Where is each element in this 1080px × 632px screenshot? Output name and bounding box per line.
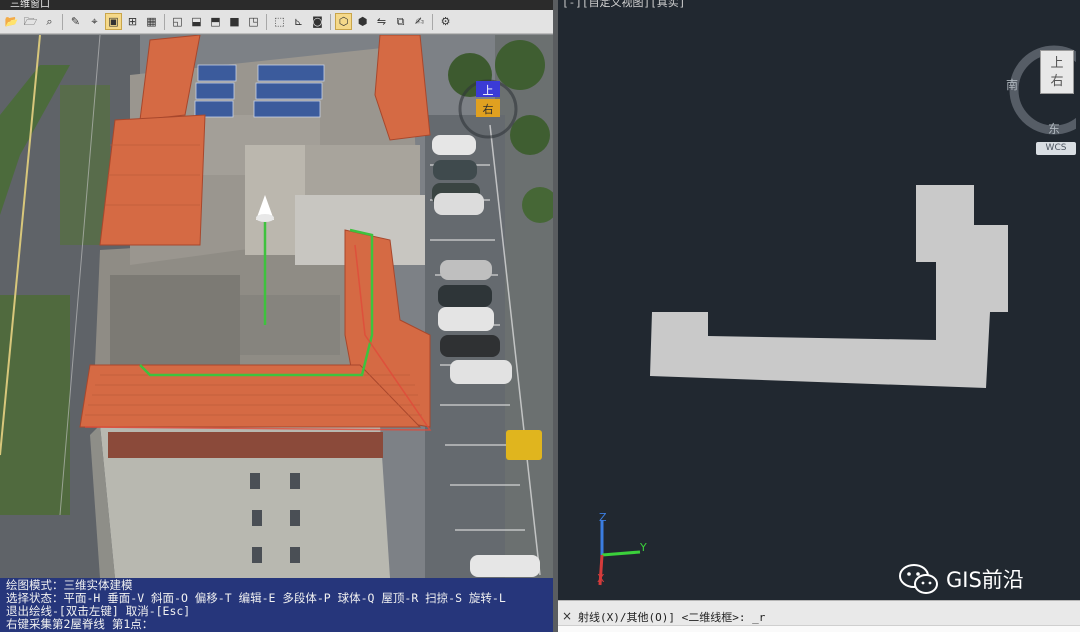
ucs-z-label: Z xyxy=(599,511,607,524)
layer-swap-icon[interactable]: ◳ xyxy=(245,13,262,30)
toolbar: 📂 🗁 ⌕ ✎ ⌖ ▣ ⊞ ▦ ◱ ⬓ ⬒ ■ ◳ ⬚ ⊾ ◙ ⬡ ⬢ ⇋ ⧉ … xyxy=(0,10,553,34)
viewcube-face-front[interactable]: 右 xyxy=(1041,73,1073,91)
save-folder-icon[interactable]: 🗁 xyxy=(22,13,39,30)
close-icon[interactable]: × xyxy=(562,609,572,623)
layer-down-icon[interactable]: ⬓ xyxy=(188,13,205,30)
toolbar-separator xyxy=(164,13,165,30)
solid-box-icon[interactable]: ▣ xyxy=(105,13,122,30)
command-line-prompt: 右键采集第2屋脊线 第1点： xyxy=(6,617,154,631)
command-prompt: 射线(X)/其他(O)] <二维线框>: _r xyxy=(578,611,766,624)
toolbar-separator xyxy=(432,13,433,30)
copy-layer-icon[interactable]: ⧉ xyxy=(392,13,409,30)
node-edit-icon[interactable]: ⌖ xyxy=(86,13,103,30)
open-folder-icon[interactable]: 📂 xyxy=(3,13,20,30)
model-cube-icon[interactable]: ⬚ xyxy=(271,13,288,30)
layer-icon[interactable]: ◱ xyxy=(169,13,186,30)
command-line: × 射线(X)/其他(O)] <二维线框>: _r xyxy=(558,600,1080,632)
edit-note-icon[interactable]: ✍ xyxy=(411,13,428,30)
measure-icon[interactable]: ⊾ xyxy=(290,13,307,30)
ucs-y-label: Y xyxy=(639,541,647,554)
cad-viewport-window: Z Y X [-][自定义视图][真实] 上 右 南 东 WCS GIS前沿 ×… xyxy=(558,0,1080,632)
window-title: 三维窗口 xyxy=(0,0,553,10)
compass-east[interactable]: 东 xyxy=(1048,120,1060,137)
viewcube-face-top[interactable]: 上 xyxy=(1041,55,1073,73)
toolbar-separator xyxy=(266,13,267,30)
wand-icon[interactable]: ✎ xyxy=(67,13,84,30)
layer-up-icon[interactable]: ⬒ xyxy=(207,13,224,30)
wechat-icon xyxy=(899,564,938,594)
inspect-icon[interactable]: ⌕ xyxy=(41,13,58,30)
viewport-label[interactable]: [-][自定义视图][真实] xyxy=(562,0,685,10)
cube-active-icon[interactable]: ⬡ xyxy=(335,13,352,30)
settings-gear-icon[interactable]: ⚙ xyxy=(437,13,454,30)
cube-outline-icon[interactable]: ⬢ xyxy=(354,13,371,30)
watermark: GIS前沿 xyxy=(898,562,1024,596)
viewcube[interactable]: 上 右 南 东 WCS xyxy=(1006,42,1076,157)
command-input[interactable] xyxy=(558,625,1080,632)
grid-icon[interactable]: ▦ xyxy=(143,13,160,30)
viewcube-face[interactable]: 上 右 xyxy=(1040,50,1074,94)
marker-top-label: 上 xyxy=(483,84,494,97)
command-panel: 绘图模式：三维实体建模 选择状态：平面-H 垂面-V 斜面-O 偏移-T 编辑-… xyxy=(0,578,553,632)
camera-icon[interactable]: ◙ xyxy=(309,13,326,30)
toolbar-separator xyxy=(62,13,63,30)
gray-square-icon[interactable]: ■ xyxy=(226,13,243,30)
watermark-text: GIS前沿 xyxy=(946,568,1024,592)
oblique-3d-window: 三维窗口 📂 🗁 ⌕ ✎ ⌖ ▣ ⊞ ▦ ◱ ⬓ ⬒ ■ ◳ ⬚ ⊾ ◙ ⬡ ⬢… xyxy=(0,0,553,632)
ucs-x-label: X xyxy=(597,572,605,585)
grid-select-icon[interactable]: ⊞ xyxy=(124,13,141,30)
toolbar-separator xyxy=(330,13,331,30)
oblique-photo-scene[interactable]: 上 右 xyxy=(0,35,553,578)
cad-drawing-area[interactable]: Z Y X xyxy=(558,0,1080,600)
compass-south[interactable]: 南 xyxy=(1006,76,1018,93)
marker-right-label: 右 xyxy=(483,102,494,116)
wcs-menu[interactable]: WCS xyxy=(1036,142,1076,155)
flip-icon[interactable]: ⇋ xyxy=(373,13,390,30)
